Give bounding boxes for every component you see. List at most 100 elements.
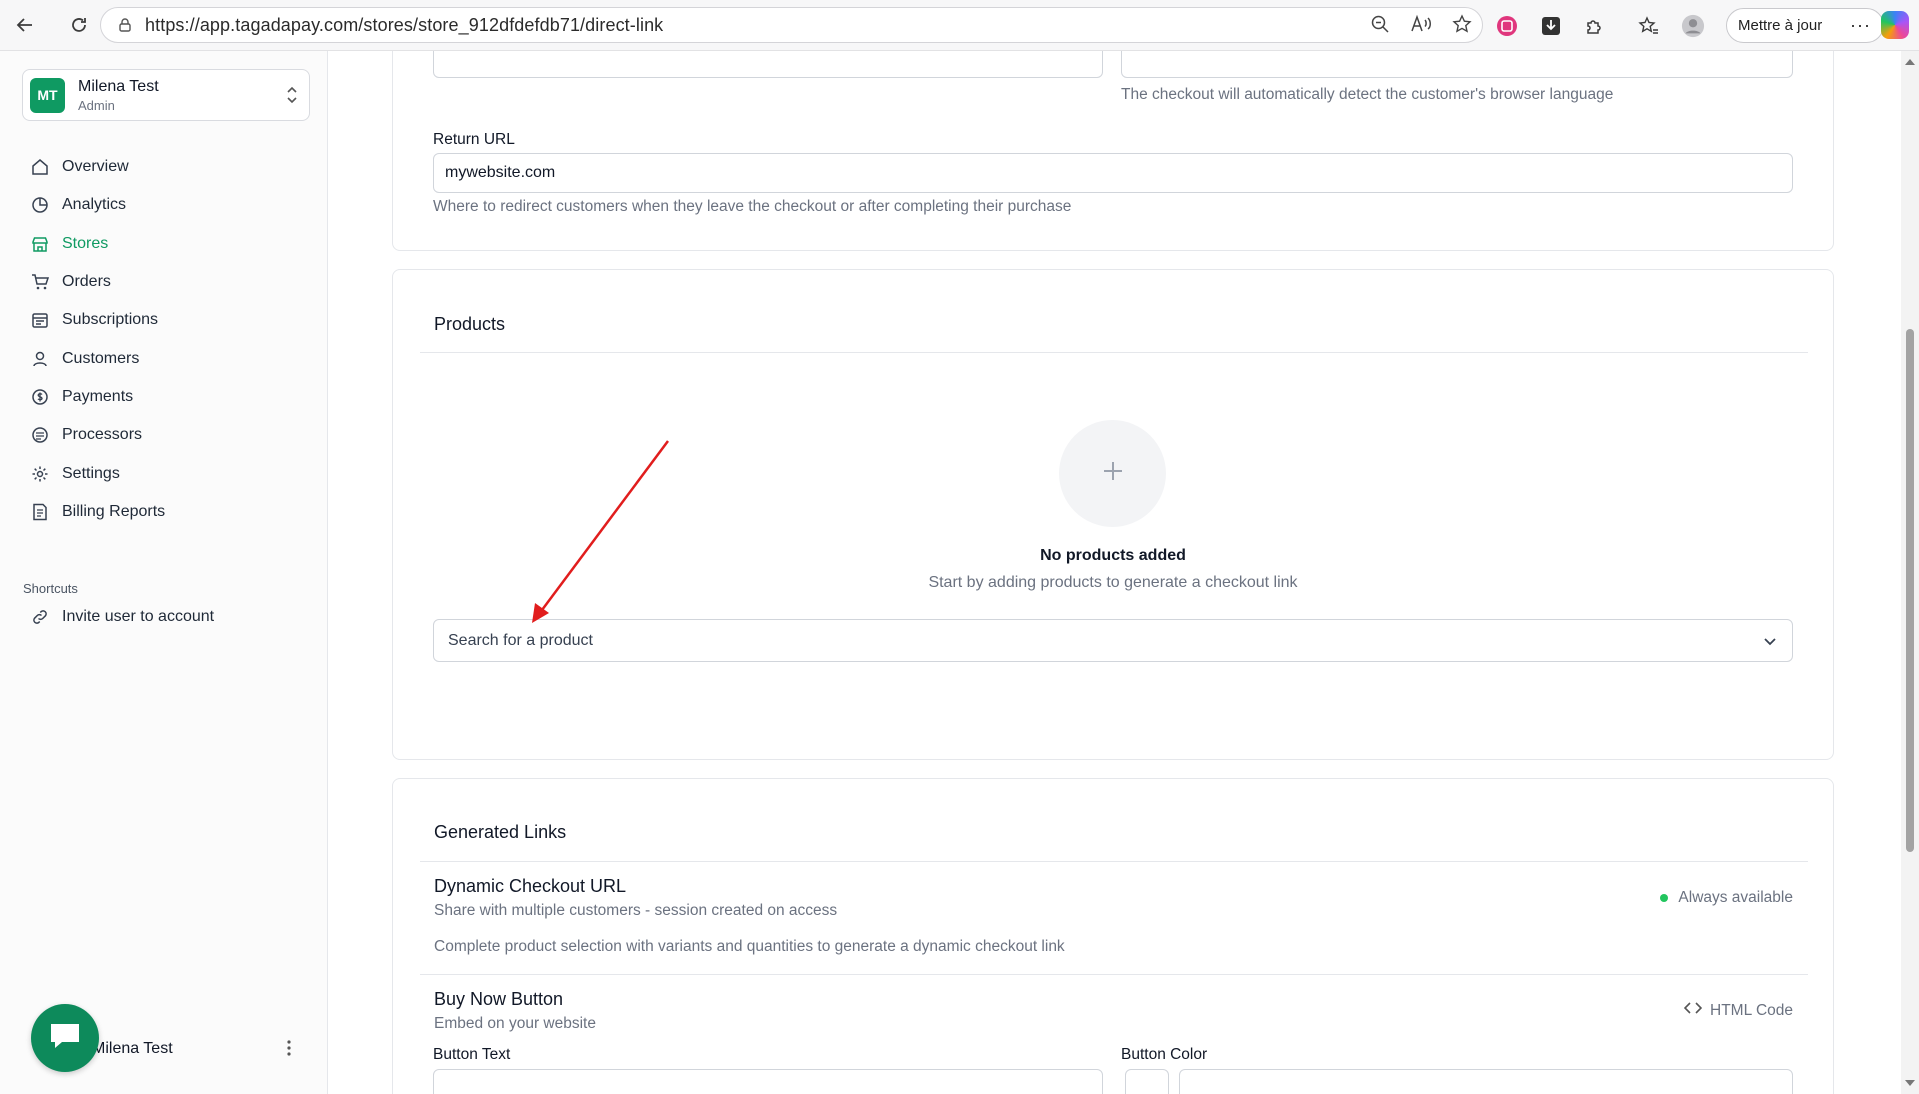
shortcuts-heading: Shortcuts bbox=[23, 581, 78, 596]
zoom-icon[interactable] bbox=[1370, 14, 1390, 39]
extensions-puzzle-icon[interactable] bbox=[1583, 14, 1607, 38]
links-divider-top bbox=[420, 861, 1808, 862]
generated-links-title: Generated Links bbox=[434, 822, 567, 842]
profile-avatar-icon[interactable] bbox=[1681, 14, 1705, 38]
buy-now-title: Buy Now Button bbox=[434, 989, 564, 1009]
code-icon bbox=[1683, 1001, 1703, 1020]
add-product-placeholder bbox=[1059, 420, 1166, 527]
account-avatar: MT bbox=[30, 77, 65, 113]
empty-products-title: No products added bbox=[1040, 547, 1186, 564]
return-url-value: mywebsite.com bbox=[445, 164, 556, 181]
sidebar-item-processors[interactable]: Processors bbox=[22, 416, 312, 454]
scrollbar-thumb[interactable] bbox=[1906, 329, 1914, 852]
language-select[interactable] bbox=[1121, 51, 1793, 78]
checkout-settings-card: The checkout will automatically detect t… bbox=[392, 51, 1834, 251]
return-url-helper-text: Where to redirect customers when they le… bbox=[433, 198, 1072, 215]
sidebar-item-label: Settings bbox=[62, 464, 120, 482]
sidebar-item-stores[interactable]: Stores bbox=[22, 225, 312, 263]
button-color-label: Button Color bbox=[1121, 1046, 1208, 1063]
account-name: Milena Test bbox=[78, 77, 159, 95]
favorites-icon[interactable] bbox=[1637, 14, 1661, 38]
products-title: Products bbox=[434, 314, 506, 334]
dynamic-checkout-subtitle: Share with multiple customers - session … bbox=[434, 902, 838, 919]
button-color-swatch[interactable] bbox=[1125, 1069, 1169, 1094]
links-divider-mid bbox=[420, 974, 1808, 975]
download-extension-icon[interactable] bbox=[1539, 14, 1563, 38]
pie-chart-icon bbox=[30, 195, 50, 215]
status-dot bbox=[1660, 894, 1669, 902]
language-helper-text: The checkout will automatically detect t… bbox=[1121, 86, 1614, 103]
footer-user-name: Milena Test bbox=[92, 1040, 173, 1057]
status-badge: Always available bbox=[1660, 889, 1793, 907]
gear-icon bbox=[30, 464, 50, 484]
site-info-icon[interactable] bbox=[117, 17, 135, 33]
browser-toolbar: https://app.tagadapay.com/stores/store_9… bbox=[0, 0, 1919, 51]
button-text-input[interactable] bbox=[433, 1069, 1103, 1094]
return-url-label: Return URL bbox=[433, 131, 515, 148]
main-content: The checkout will automatically detect t… bbox=[329, 51, 1901, 1094]
button-text-label: Button Text bbox=[433, 1046, 511, 1063]
sidebar-item-label: Processors bbox=[62, 426, 143, 444]
dynamic-checkout-title: Dynamic Checkout URL bbox=[434, 876, 627, 896]
scroll-up-icon[interactable] bbox=[1905, 59, 1915, 65]
copilot-icon[interactable] bbox=[1881, 11, 1909, 39]
processor-icon bbox=[30, 425, 50, 445]
extension-pink-icon[interactable] bbox=[1495, 14, 1519, 38]
return-url-input[interactable]: mywebsite.com bbox=[433, 153, 1793, 193]
calendar-icon bbox=[30, 310, 50, 330]
vertical-dots-icon[interactable] bbox=[286, 1039, 292, 1062]
product-search-select[interactable]: Search for a product bbox=[433, 619, 1793, 662]
sidebar-item-customers[interactable]: Customers bbox=[22, 339, 312, 377]
dollar-icon bbox=[30, 387, 50, 407]
reload-icon[interactable] bbox=[64, 10, 94, 40]
sidebar-item-settings[interactable]: Settings bbox=[22, 454, 312, 492]
sidebar-item-analytics[interactable]: Analytics bbox=[22, 186, 312, 224]
sidebar-item-orders[interactable]: Orders bbox=[22, 263, 312, 301]
sidebar-item-label: Billing Reports bbox=[62, 502, 166, 520]
url-text[interactable]: https://app.tagadapay.com/stores/store_9… bbox=[145, 15, 663, 36]
back-icon[interactable] bbox=[10, 10, 40, 40]
report-icon bbox=[30, 502, 50, 522]
store-icon bbox=[30, 234, 50, 254]
favorite-star-icon[interactable] bbox=[1452, 13, 1472, 39]
sidebar-item-overview[interactable]: Overview bbox=[22, 148, 312, 186]
account-switcher[interactable]: MT Milena Test Admin bbox=[22, 69, 310, 121]
scroll-down-icon[interactable] bbox=[1905, 1080, 1915, 1086]
html-code-label: HTML Code bbox=[1710, 1001, 1793, 1019]
read-aloud-icon[interactable] bbox=[1410, 14, 1432, 39]
sidebar-item-label: Subscriptions bbox=[62, 311, 159, 329]
home-icon bbox=[30, 157, 50, 177]
chevron-up-down-icon bbox=[285, 85, 299, 110]
button-color-input[interactable] bbox=[1179, 1069, 1793, 1094]
dynamic-checkout-note: Complete product selection with variants… bbox=[434, 938, 1065, 955]
empty-products-subtitle: Start by adding products to generate a c… bbox=[928, 574, 1298, 591]
user-icon bbox=[30, 349, 50, 369]
more-options-icon[interactable]: ··· bbox=[1850, 15, 1871, 36]
browser-update-label: Mettre à jour bbox=[1738, 17, 1823, 34]
chat-support-button[interactable] bbox=[31, 1004, 99, 1072]
sidebar-item-label: Overview bbox=[62, 158, 129, 176]
sidebar-item-subscriptions[interactable]: Subscriptions bbox=[22, 301, 312, 339]
chevron-down-icon bbox=[1762, 633, 1778, 654]
sidebar-nav: Overview Analytics Stores Orders Subscri… bbox=[22, 148, 312, 531]
chat-icon bbox=[48, 1021, 82, 1056]
cart-icon bbox=[30, 272, 50, 292]
sidebar-item-label: Payments bbox=[62, 387, 134, 405]
html-code-button[interactable]: HTML Code bbox=[1683, 1001, 1793, 1020]
generated-links-card: Generated Links Dynamic Checkout URL Sha… bbox=[392, 778, 1834, 1094]
browser-update-button[interactable]: Mettre à jour ··· bbox=[1726, 8, 1884, 43]
page-scrollbar[interactable] bbox=[1901, 51, 1919, 1094]
shortcut-invite-user[interactable]: Invite user to account bbox=[22, 598, 312, 636]
link-icon bbox=[30, 607, 50, 627]
sidebar-item-label: Analytics bbox=[62, 196, 127, 214]
products-card: Products No products added Start by addi… bbox=[392, 269, 1834, 760]
products-divider bbox=[420, 352, 1808, 353]
sidebar: MT Milena Test Admin Overview Analytics … bbox=[0, 51, 328, 1094]
product-search-placeholder: Search for a product bbox=[448, 631, 593, 649]
sidebar-item-payments[interactable]: Payments bbox=[22, 378, 312, 416]
plus-icon bbox=[1101, 459, 1125, 488]
sidebar-item-label: Stores bbox=[62, 234, 109, 252]
currency-select[interactable] bbox=[433, 51, 1103, 78]
sidebar-item-billing-reports[interactable]: Billing Reports bbox=[22, 493, 312, 531]
address-bar[interactable]: https://app.tagadapay.com/stores/store_9… bbox=[100, 7, 1483, 43]
